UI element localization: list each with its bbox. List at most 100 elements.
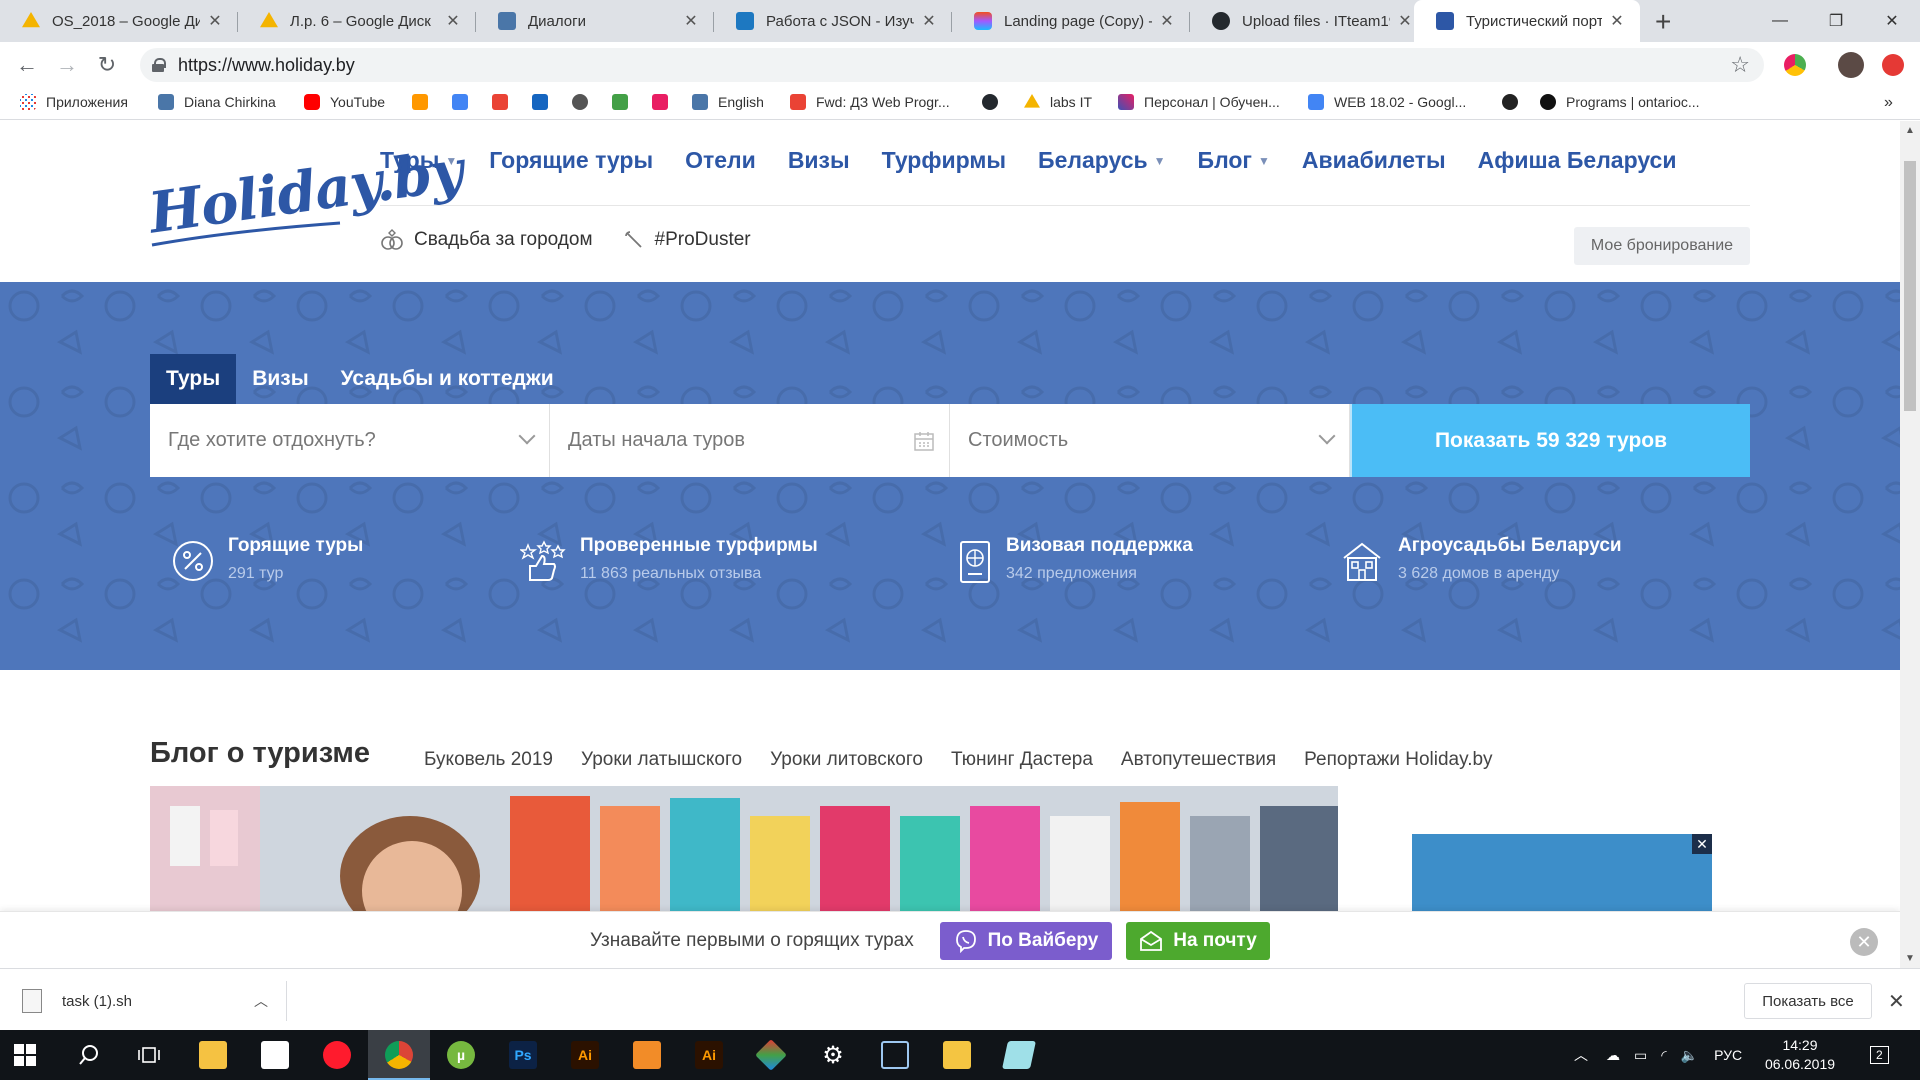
bookmark-item[interactable]: YouTube (304, 94, 385, 110)
nav-item-hot-tours[interactable]: Горящие туры (489, 147, 653, 174)
page-scrollbar[interactable]: ▲ ▼ (1900, 121, 1920, 968)
search-tab-cottages[interactable]: Усадьбы и коттеджи (325, 354, 570, 404)
reload-icon[interactable]: ↻ (92, 50, 122, 80)
destination-select[interactable]: Где хотите отдохнуть? (150, 404, 550, 477)
clock[interactable]: 14:29 06.06.2019 (1760, 1036, 1840, 1074)
wifi-icon[interactable]: ◜ (1661, 1047, 1666, 1064)
chrome-icon[interactable] (368, 1030, 430, 1080)
close-window-icon[interactable]: ✕ (1864, 0, 1920, 42)
nav-item-flights[interactable]: Авиабилеты (1302, 147, 1446, 174)
url-text[interactable]: https://www.holiday.by (178, 55, 355, 76)
onedrive-icon[interactable]: ☁ (1606, 1047, 1620, 1064)
tab-close-icon[interactable]: ✕ (444, 11, 462, 31)
tab-close-icon[interactable]: ✕ (682, 11, 700, 31)
bookmark-item[interactable]: labs IT (1024, 94, 1092, 110)
blog-link[interactable]: Автопутешествия (1121, 749, 1276, 771)
bookmark-star-icon[interactable]: ☆ (1730, 52, 1750, 78)
bookmarks-overflow-icon[interactable]: » (1884, 94, 1893, 112)
maximize-icon[interactable]: ❐ (1808, 0, 1864, 42)
new-tab-icon[interactable]: + (1655, 6, 1671, 38)
browser-tab[interactable]: Л.р. 6 – Google Диск ✕ (238, 0, 476, 42)
search-tab-tours[interactable]: Туры (150, 354, 237, 404)
bookmark-item[interactable] (612, 94, 628, 110)
scrollbar-thumb[interactable] (1904, 161, 1916, 411)
feature-hot-tours[interactable]: Горящие туры 291 тур (172, 534, 363, 586)
avatar[interactable] (1838, 52, 1864, 78)
dates-input[interactable]: Даты начала туров (550, 404, 950, 477)
chevron-up-icon[interactable]: ︿ (1574, 1045, 1588, 1065)
tab-close-icon[interactable]: ✕ (1608, 11, 1626, 31)
notification-center-icon[interactable]: 2 (1870, 1030, 1889, 1080)
price-select[interactable]: Стоимость (950, 404, 1350, 477)
minimize-icon[interactable]: — (1752, 0, 1808, 42)
address-bar[interactable]: https://www.holiday.by ☆ (140, 48, 1764, 82)
subnav-item-produster[interactable]: #ProDuster (623, 229, 751, 251)
close-icon[interactable]: ✕ (1850, 928, 1878, 956)
bookmark-apps[interactable]: Приложения (20, 94, 128, 110)
feature-agro-estates[interactable]: Агроусадьбы Беларуси 3 628 домов в аренд… (1340, 534, 1622, 586)
illustrator-2-icon[interactable]: Ai (678, 1030, 740, 1080)
browser-tab[interactable]: Landing page (Copy) - ✕ (952, 0, 1190, 42)
git-app-icon[interactable] (740, 1030, 802, 1080)
utorrent-icon[interactable]: µ (430, 1030, 492, 1080)
browser-tab-active[interactable]: Туристический портал ✕ (1414, 0, 1640, 42)
bookmark-item[interactable]: Diana Chirkina (158, 94, 276, 110)
bookmark-item[interactable]: WEB 18.02 - Googl... (1308, 94, 1466, 110)
blog-link[interactable]: Буковель 2019 (424, 749, 553, 771)
nav-item-hotels[interactable]: Отели (685, 147, 756, 174)
mail-app-icon[interactable] (244, 1030, 306, 1080)
forward-icon[interactable]: → (52, 50, 82, 80)
back-icon[interactable]: ← (12, 50, 42, 80)
bookmark-item[interactable] (652, 94, 668, 110)
feature-verified-agencies[interactable]: Проверенные турфирмы 11 863 реальных отз… (520, 534, 818, 586)
notes-app-icon[interactable] (988, 1030, 1050, 1080)
nav-item-visas[interactable]: Визы (788, 147, 850, 174)
virtualbox-icon[interactable] (864, 1030, 926, 1080)
blog-link[interactable]: Тюнинг Дастера (951, 749, 1093, 771)
settings-icon[interactable]: ⚙ (802, 1030, 864, 1080)
bookmark-item[interactable] (452, 94, 468, 110)
bookmark-item[interactable] (982, 94, 998, 110)
nav-item-blog[interactable]: Блог ▼ (1198, 147, 1270, 174)
bookmark-item[interactable]: English (692, 94, 764, 110)
chevron-up-icon[interactable]: ︿ (254, 991, 268, 1011)
volume-icon[interactable]: 🔈 (1681, 1047, 1698, 1064)
windows-start-icon[interactable] (14, 1044, 36, 1066)
illustrator-icon[interactable]: Ai (554, 1030, 616, 1080)
git-gui-icon[interactable] (926, 1030, 988, 1080)
bookmark-item[interactable] (412, 94, 428, 110)
blog-link[interactable]: Уроки латышского (581, 749, 742, 771)
blog-link[interactable]: Репортажи Holiday.by (1304, 749, 1492, 771)
bookmark-item[interactable] (1502, 94, 1518, 110)
scroll-up-icon[interactable]: ▲ (1905, 125, 1915, 136)
tab-close-icon[interactable]: ✕ (920, 11, 938, 31)
download-item[interactable]: task (1).sh ︿ (22, 981, 287, 1021)
bookmark-item[interactable] (492, 94, 508, 110)
opera-icon[interactable] (306, 1030, 368, 1080)
viber-subscribe-button[interactable]: По Вайберу (940, 922, 1112, 960)
update-icon[interactable] (1882, 54, 1904, 76)
sublime-icon[interactable] (616, 1030, 678, 1080)
search-tab-visas[interactable]: Визы (236, 354, 324, 404)
nav-item-events[interactable]: Афиша Беларуси (1478, 147, 1677, 174)
scroll-down-icon[interactable]: ▼ (1905, 953, 1915, 964)
search-icon[interactable] (58, 1030, 120, 1080)
browser-tab[interactable]: Upload files · ITteam19 ✕ (1190, 0, 1428, 42)
nav-item-tours[interactable]: Туры ▼ (380, 147, 457, 174)
email-subscribe-button[interactable]: На почту (1126, 922, 1270, 960)
bookmark-item[interactable] (532, 94, 548, 110)
close-icon[interactable]: ✕ (1888, 989, 1905, 1014)
extension-icon[interactable] (1784, 54, 1806, 76)
language-indicator[interactable]: РУС (1714, 1047, 1742, 1063)
feature-visa-support[interactable]: Визовая поддержка 342 предложения (958, 534, 1193, 586)
subnav-item-wedding[interactable]: Свадьба за городом (380, 229, 593, 251)
photoshop-icon[interactable]: Ps (492, 1030, 554, 1080)
blog-link[interactable]: Уроки литовского (770, 749, 923, 771)
file-explorer-icon[interactable] (182, 1030, 244, 1080)
tab-close-icon[interactable]: ✕ (206, 11, 224, 31)
browser-tab[interactable]: Диалоги ✕ (476, 0, 714, 42)
nav-item-agencies[interactable]: Турфирмы (882, 147, 1006, 174)
ad-close-icon[interactable]: ✕ (1692, 834, 1712, 854)
bookmark-item[interactable]: Programs | ontarioc... (1540, 94, 1700, 110)
my-booking-button[interactable]: Мое бронирование (1574, 227, 1750, 265)
